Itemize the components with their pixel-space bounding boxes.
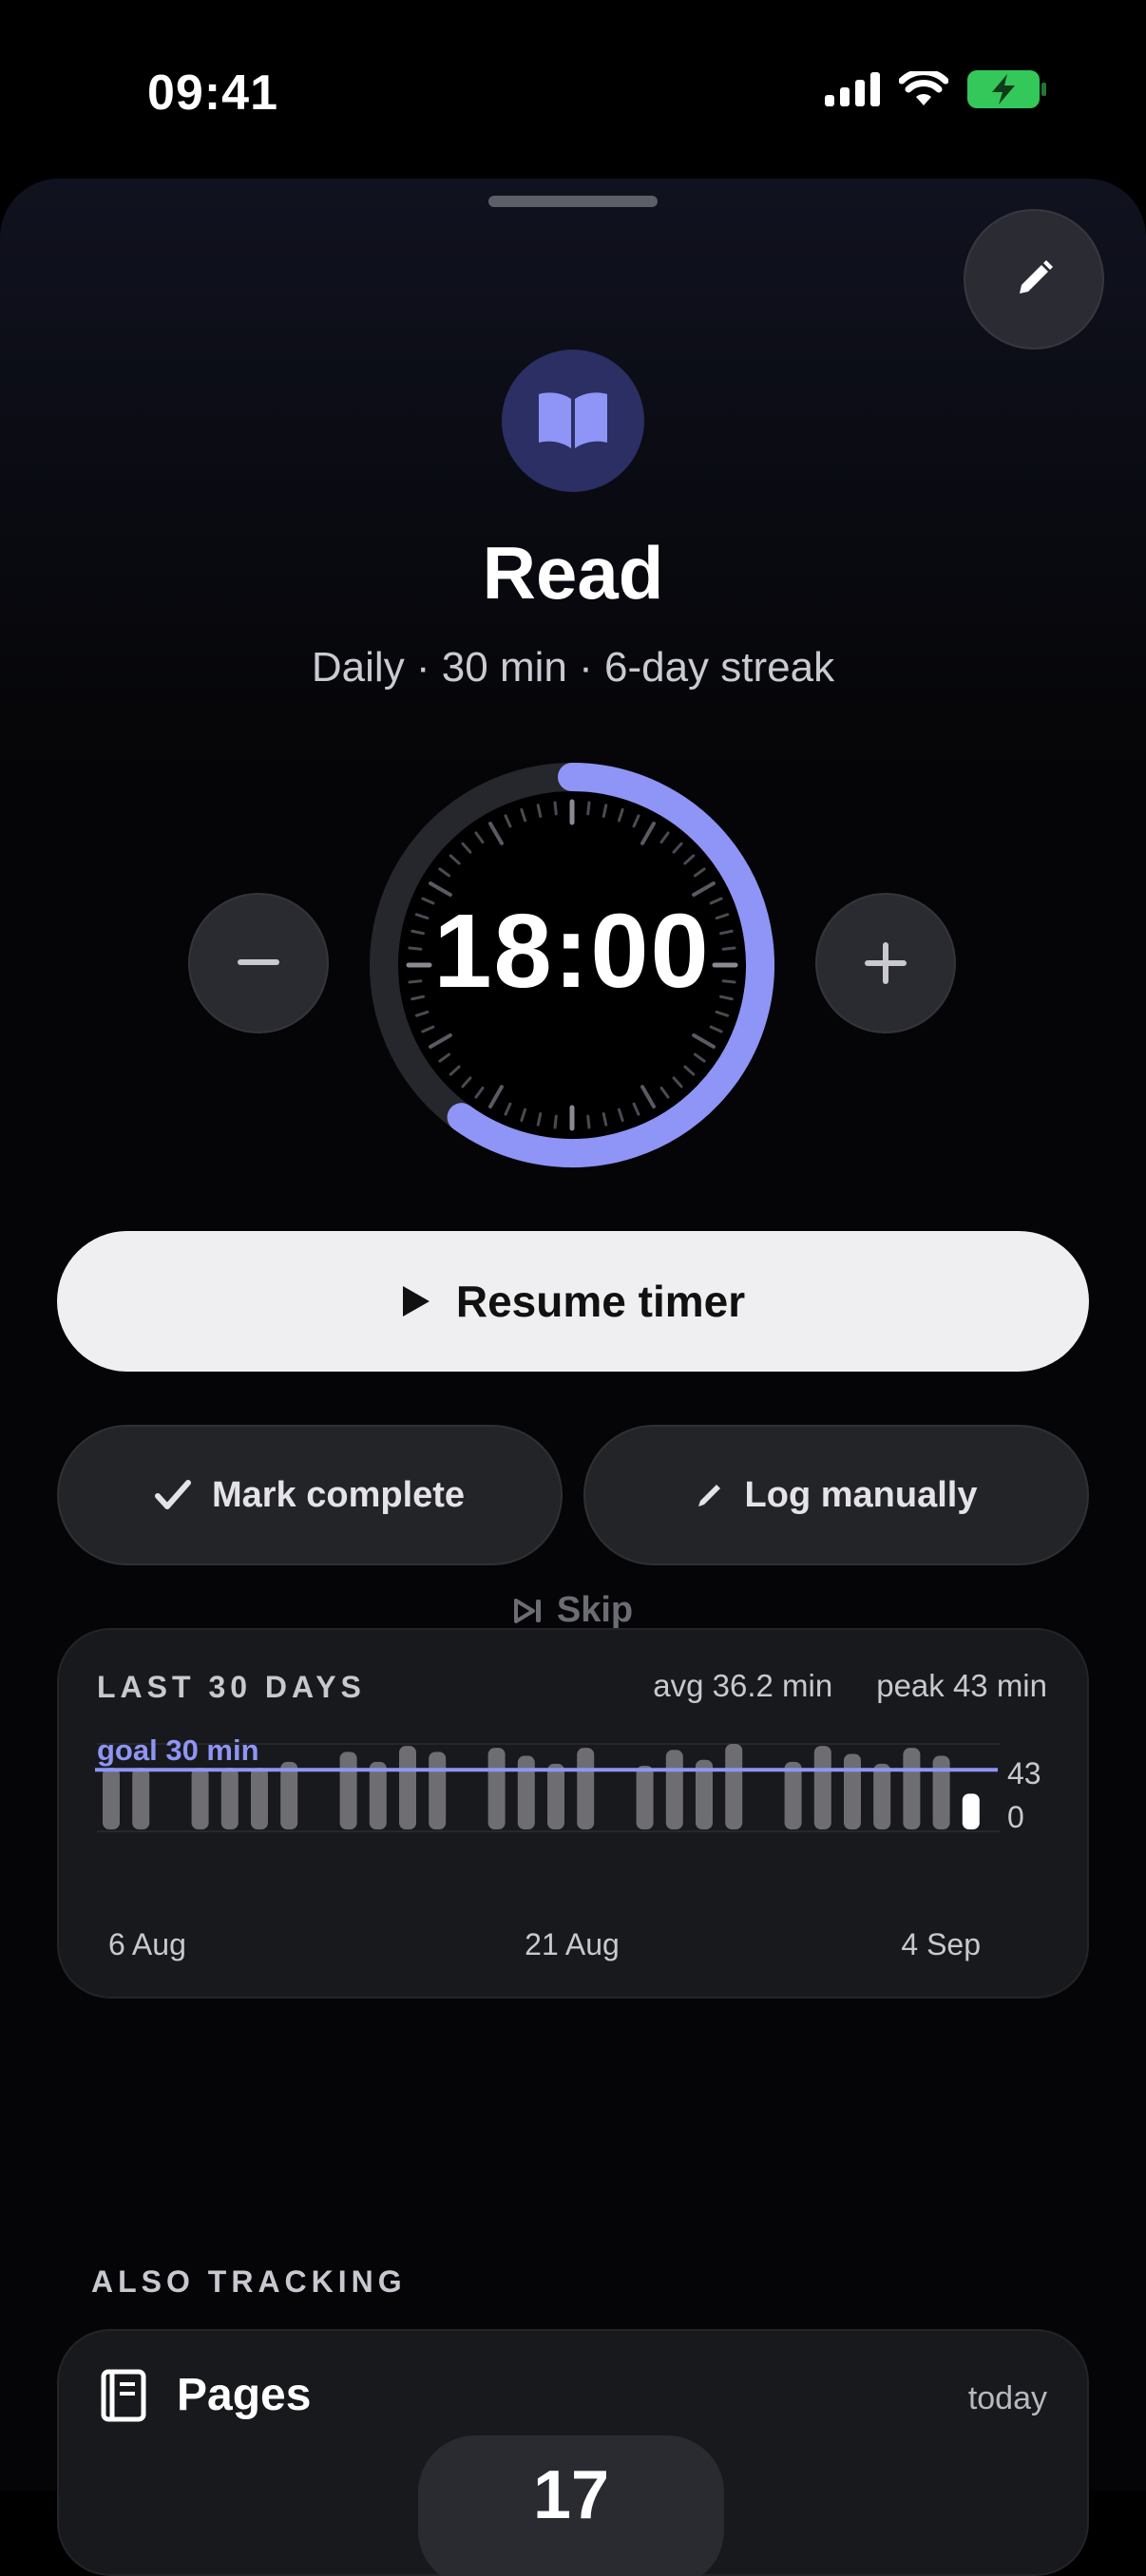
habit-subtitle: Daily · 30 min · 6-day streak (311, 644, 835, 691)
also-tracking-heading: ALSO TRACKING (91, 2264, 407, 2299)
log-manually-button[interactable]: Log manually (583, 1425, 1089, 1565)
chart-bar (191, 1768, 209, 1829)
chart-bar (636, 1766, 654, 1829)
tracking-item-value: 17 (532, 2457, 610, 2533)
pencil-icon (697, 1485, 720, 1506)
chart-bar (429, 1752, 447, 1829)
log-manually-label: Log manually (744, 1474, 978, 1515)
x-axis-label-mid: 21 Aug (525, 1927, 620, 1961)
increment-button[interactable] (815, 893, 956, 1033)
pencil-icon (1020, 260, 1053, 294)
timer-display: 18:00 (433, 893, 711, 1010)
mark-complete-button[interactable]: Mark complete (57, 1425, 563, 1565)
chart-bar (725, 1744, 743, 1829)
tracking-item-when: today (967, 2380, 1047, 2416)
mark-complete-label: Mark complete (211, 1474, 466, 1515)
chart-bar (517, 1755, 535, 1829)
timer-tick (553, 801, 558, 816)
skip-icon (513, 1598, 541, 1623)
tracking-item-value-chip: 17 (418, 2435, 724, 2576)
x-axis-label-start: 6 Aug (108, 1927, 186, 1961)
timer-tick (586, 1114, 591, 1129)
chart-bar (844, 1753, 861, 1829)
minus-icon (238, 959, 279, 965)
x-axis-label-end: 4 Sep (901, 1927, 981, 1961)
decrement-button[interactable] (188, 893, 329, 1033)
skip-button[interactable]: Skip (0, 1590, 1146, 1631)
y-axis-min-label: 0 (1007, 1800, 1024, 1834)
chart-bar (932, 1755, 950, 1829)
history-chart: goal 30 min 43 0 6 Aug 21 Aug 4 Sep (95, 1733, 1041, 1961)
sheet-grabber[interactable] (488, 196, 658, 207)
plus-icon (865, 942, 907, 984)
chart-bar (577, 1748, 595, 1829)
chart-bar-today (962, 1793, 980, 1829)
open-book-icon (539, 392, 607, 448)
habit-icon-badge (502, 350, 644, 492)
chart-bar (399, 1746, 416, 1829)
chart-bar (369, 1761, 387, 1829)
habit-sheet: Read Daily · 30 min · 6-day streak 18:00… (0, 179, 1146, 2491)
chart-bar (903, 1748, 921, 1829)
chart-bar (784, 1761, 802, 1829)
skip-label: Skip (556, 1590, 634, 1630)
history-card: LAST 30 DAYS avg 36.2 min peak 43 min go… (57, 1628, 1089, 1998)
resume-timer-label: Resume timer (455, 1277, 746, 1326)
battery-charging-icon (967, 70, 1046, 108)
book-icon (101, 2369, 146, 2422)
chart-bar (220, 1768, 239, 1829)
resume-timer-button[interactable]: Resume timer (57, 1231, 1089, 1372)
status-bar: 09:41 (0, 0, 1146, 180)
timer-tick (553, 1114, 558, 1129)
y-axis-max-label: 43 (1007, 1756, 1041, 1790)
chart-bar (665, 1750, 683, 1829)
tracking-item-name: Pages (177, 2370, 312, 2420)
timer-tick (586, 801, 591, 816)
status-icons (825, 70, 1047, 108)
goal-label: goal 30 min (97, 1733, 259, 1767)
habit-title: Read (482, 531, 664, 615)
edit-button[interactable] (964, 209, 1104, 350)
chart-bar (132, 1768, 150, 1829)
chart-bar (251, 1768, 268, 1829)
chart-bar (487, 1748, 506, 1829)
chart-bar (873, 1763, 891, 1829)
chart-bar (813, 1746, 831, 1829)
tracking-item-pages[interactable]: Pages today 17 (57, 2329, 1089, 2576)
chart-bar (280, 1761, 298, 1829)
wifi-icon (899, 71, 948, 105)
cellular-signal-icon (825, 72, 880, 106)
checkmark-icon (154, 1480, 191, 1509)
play-icon (402, 1286, 430, 1316)
chart-bar (547, 1763, 564, 1829)
chart-bar (103, 1768, 120, 1829)
chart-bar (339, 1752, 357, 1829)
status-time: 09:41 (147, 66, 278, 121)
